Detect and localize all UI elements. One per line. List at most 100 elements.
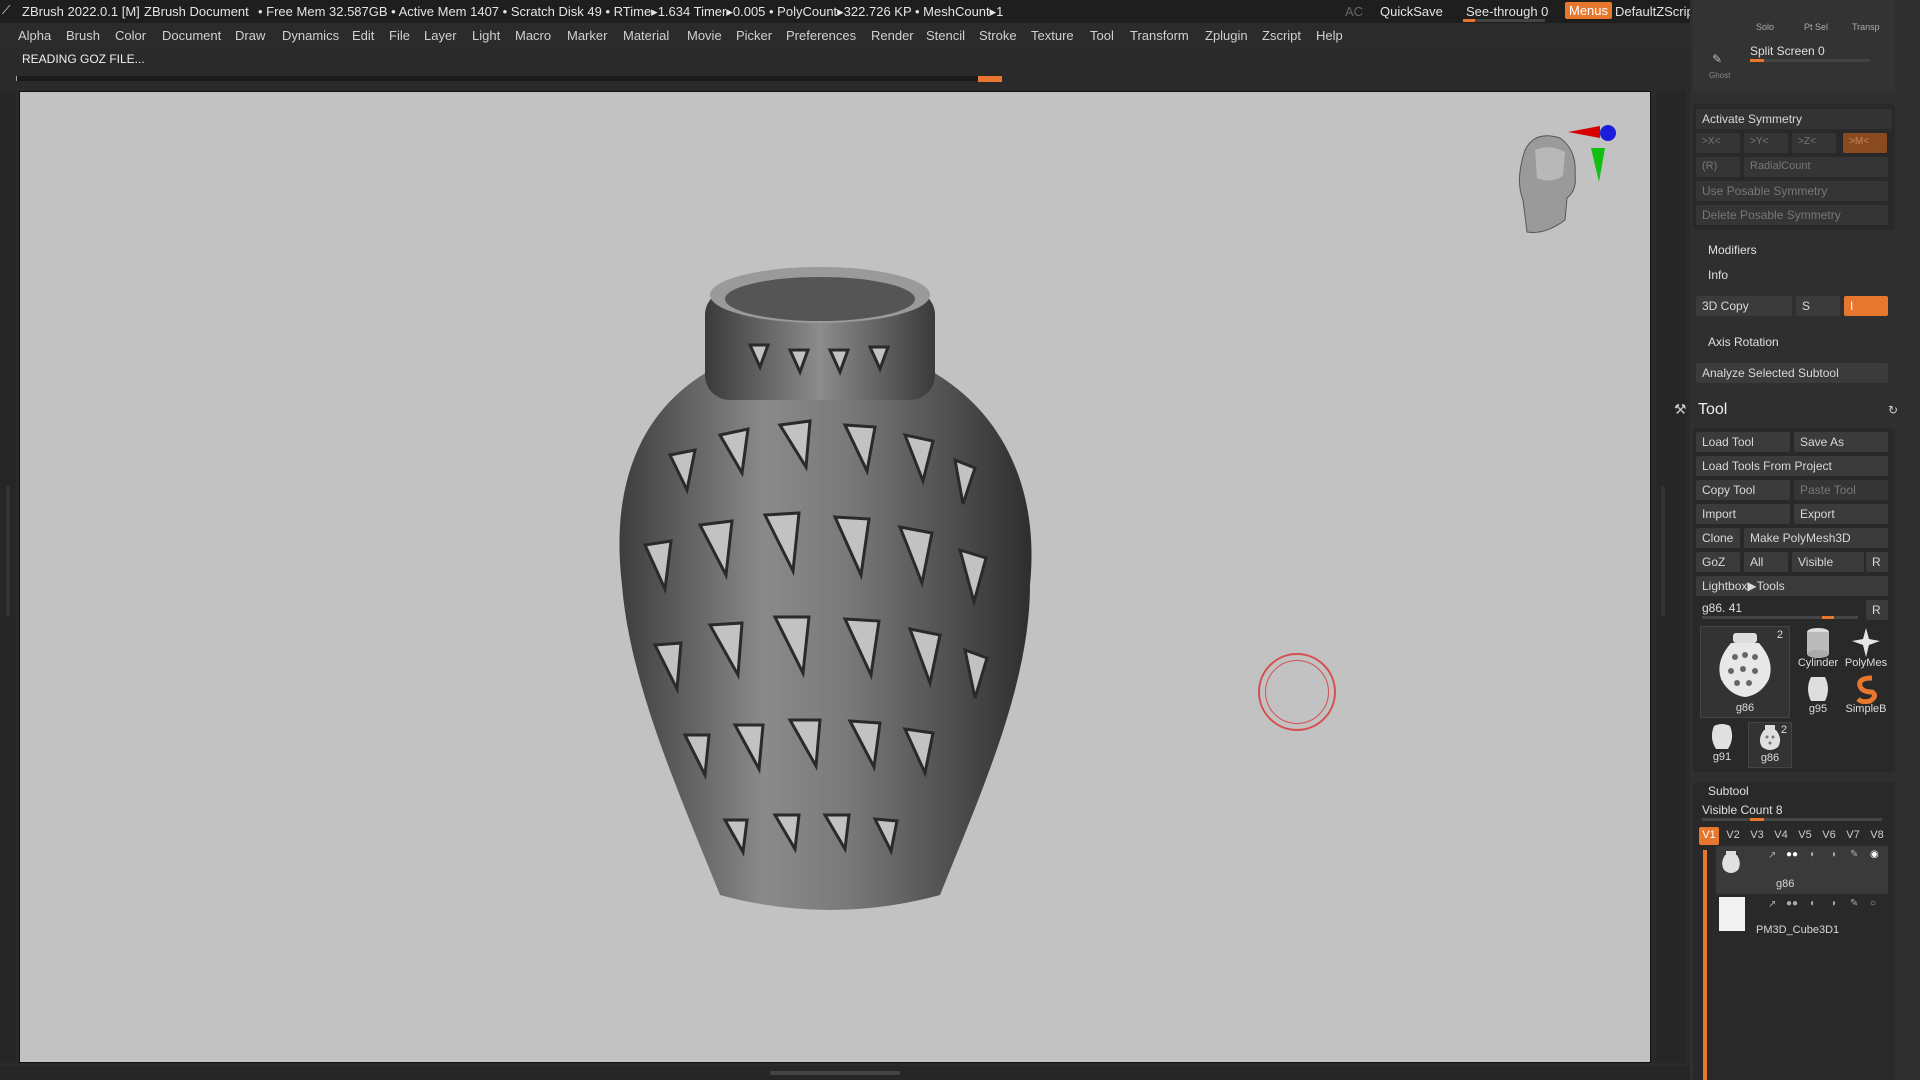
goz-visible-button[interactable]: Visible [1792,552,1864,572]
ptsel-label[interactable]: Pt Sel [1804,22,1828,32]
quicksave-button[interactable]: QuickSave [1380,4,1443,19]
subtool-g86-material-icon[interactable]: ◑ [1830,849,1836,860]
see-through-slider[interactable] [1463,19,1545,22]
sym-y-button[interactable]: >Y< [1744,133,1788,153]
tool-thumb-simpleb[interactable]: SimpleB [1843,674,1889,720]
tool-thumb-cylinder[interactable]: Cylinder [1795,626,1841,672]
menu-alpha[interactable]: Alpha [18,28,51,43]
copy-tool-button[interactable]: Copy Tool [1696,480,1790,500]
menu-light[interactable]: Light [472,28,500,43]
load-tools-from-project-button[interactable]: Load Tools From Project [1696,456,1888,476]
subtool-g86-arrow-icon[interactable]: ↗ [1768,850,1776,861]
menu-draw[interactable]: Draw [235,28,265,43]
menu-color[interactable]: Color [115,28,146,43]
tool-thumb-g91[interactable]: g91 [1700,722,1744,768]
clone-button[interactable]: Clone [1696,528,1740,548]
tool-slider-label[interactable]: g86. 41 [1702,601,1742,615]
tool-thumb-polymesh[interactable]: PolyMes [1843,626,1889,672]
version-tab-v1[interactable]: V1 [1699,827,1719,845]
tool-palette-title[interactable]: Tool [1698,401,1727,419]
save-as-button[interactable]: Save As [1794,432,1888,452]
vase-model[interactable] [600,255,1040,925]
ac-toggle[interactable]: AC [1345,4,1363,19]
menu-stencil[interactable]: Stencil [926,28,965,43]
menu-zscript[interactable]: Zscript [1262,28,1301,43]
tool-slider[interactable] [1702,616,1858,619]
subtool-g86-eye-icon[interactable]: ◉ [1870,849,1879,860]
ghost-icon[interactable]: ✎ [1712,52,1722,66]
menu-macro[interactable]: Macro [515,28,551,43]
subtool-cube-eye-icon[interactable]: ○ [1870,898,1876,909]
menu-dynamics[interactable]: Dynamics [282,28,339,43]
menu-document[interactable]: Document [162,28,221,43]
goz-r-button[interactable]: R [1866,552,1888,572]
subtool-cube-material-icon[interactable]: ◑ [1830,898,1836,909]
3d-copy-button[interactable]: 3D Copy [1696,296,1792,316]
subtool-cube-toggle-icon[interactable]: ●● [1786,898,1798,909]
refresh-icon[interactable]: ↻ [1888,403,1898,417]
menu-stroke[interactable]: Stroke [979,28,1017,43]
see-through-slider-label[interactable]: See-through 0 [1466,4,1548,19]
analyze-selected-subtool-button[interactable]: Analyze Selected Subtool [1696,363,1888,383]
menu-preferences[interactable]: Preferences [786,28,856,43]
tool-thumb-g95[interactable]: g95 [1795,674,1841,720]
subtool-cube-brush-icon[interactable]: ✎ [1850,898,1858,909]
3d-copy-i-button[interactable]: I [1844,296,1888,316]
goz-button[interactable]: GoZ [1696,552,1740,572]
tool-thumb-g86-small[interactable]: g86 2 [1748,722,1792,768]
subtool-row-pm3d-cube[interactable]: ↗ ●● ◐ ◑ ✎ ○ PM3D_Cube3D1 [1716,896,1888,938]
goz-all-button[interactable]: All [1744,552,1788,572]
subtool-row-g86[interactable]: ↗ ●● ◐ ◑ ✎ ◉ g86 [1716,846,1888,894]
solo-label[interactable]: Solo [1756,22,1774,32]
menu-picker[interactable]: Picker [736,28,772,43]
split-screen-slider[interactable] [1750,59,1870,62]
visible-count-slider[interactable] [1702,818,1882,821]
menu-render[interactable]: Render [871,28,914,43]
ghost-label[interactable]: Ghost [1709,71,1730,80]
subtool-subpalette-title[interactable]: Subtool [1708,784,1749,798]
menu-marker[interactable]: Marker [567,28,607,43]
version-tab-v6[interactable]: V6 [1819,827,1839,845]
use-posable-symmetry-button[interactable]: Use Posable Symmetry [1696,181,1888,201]
version-tab-v5[interactable]: V5 [1795,827,1815,845]
subtool-g86-toggle-icon[interactable]: ●● [1786,849,1798,860]
version-tab-v7[interactable]: V7 [1843,827,1863,845]
version-tab-v4[interactable]: V4 [1771,827,1791,845]
left-tray-gutter[interactable] [0,91,16,1063]
default-zscript-button[interactable]: DefaultZScript [1615,4,1697,19]
info-subpalette[interactable]: Info [1708,268,1728,282]
transp-label[interactable]: Transp [1852,22,1880,32]
menu-movie[interactable]: Movie [687,28,722,43]
visible-count-slider-label[interactable]: Visible Count 8 [1702,803,1783,817]
radial-count-slider[interactable]: RadialCount [1744,157,1888,177]
tool-thumb-g86-main[interactable]: g86 2 [1700,626,1790,718]
menu-brush[interactable]: Brush [66,28,100,43]
navigation-head-icon[interactable] [1505,120,1620,250]
sym-z-button[interactable]: >Z< [1792,133,1836,153]
tool-slider-r-button[interactable]: R [1866,600,1888,620]
version-tab-v8[interactable]: V8 [1867,827,1887,845]
subtool-cube-arrow-icon[interactable]: ↗ [1768,899,1776,910]
make-polymesh3d-button[interactable]: Make PolyMesh3D [1744,528,1888,548]
sym-m-button[interactable]: >M< [1843,133,1887,153]
menu-transform[interactable]: Transform [1130,28,1189,43]
menu-file[interactable]: File [389,28,410,43]
menu-layer[interactable]: Layer [424,28,457,43]
import-button[interactable]: Import [1696,504,1790,524]
delete-posable-symmetry-button[interactable]: Delete Posable Symmetry [1696,205,1888,225]
subtool-g86-polypaint-icon[interactable]: ◐ [1810,849,1816,860]
lightbox-tools-button[interactable]: Lightbox▶Tools [1696,576,1888,596]
radial-r-button[interactable]: (R) [1696,157,1740,177]
version-tab-v3[interactable]: V3 [1747,827,1767,845]
menu-material[interactable]: Material [623,28,669,43]
load-tool-button[interactable]: Load Tool [1696,432,1790,452]
version-tab-v2[interactable]: V2 [1723,827,1743,845]
bottom-tray-gutter[interactable] [0,1066,1690,1080]
menu-help[interactable]: Help [1316,28,1343,43]
menu-edit[interactable]: Edit [352,28,374,43]
split-screen-label[interactable]: Split Screen 0 [1750,44,1825,58]
right-tray-gutter[interactable] [1656,91,1686,1063]
3d-copy-s-button[interactable]: S [1796,296,1840,316]
menu-texture[interactable]: Texture [1031,28,1074,43]
menu-tool[interactable]: Tool [1090,28,1114,43]
